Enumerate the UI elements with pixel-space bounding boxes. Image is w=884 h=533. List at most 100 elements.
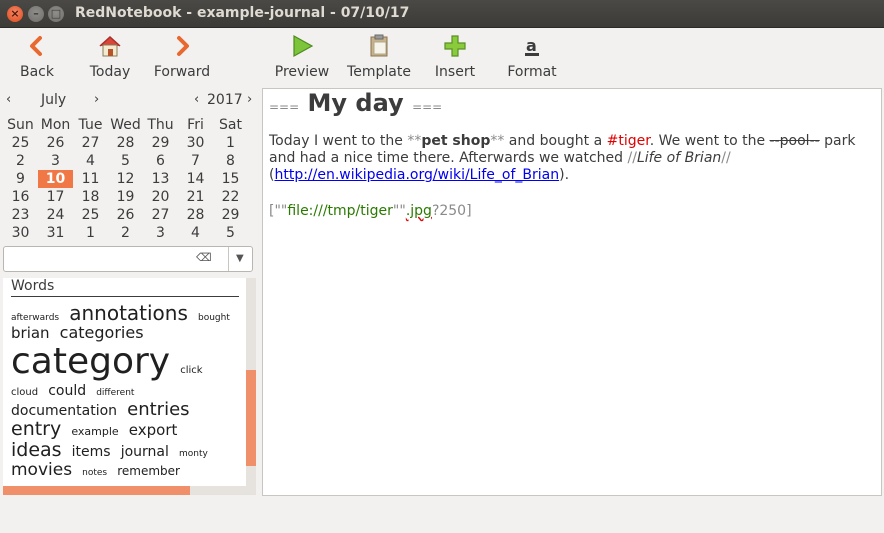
calendar-day[interactable]: 12 xyxy=(108,170,143,188)
next-month-button[interactable]: › xyxy=(94,92,99,107)
cloud-word[interactable]: bought xyxy=(198,313,230,324)
next-year-button[interactable]: › xyxy=(247,92,252,107)
body-text: . We went to the xyxy=(649,133,770,149)
calendar-day[interactable]: 17 xyxy=(38,188,73,206)
cloud-word[interactable]: example xyxy=(71,426,118,438)
search-dropdown-icon[interactable]: ▼ xyxy=(236,253,244,264)
calendar-day[interactable]: 15 xyxy=(213,170,248,188)
cloud-word[interactable]: movies xyxy=(11,461,72,480)
cloud-word[interactable]: brian xyxy=(11,325,50,342)
word-cloud: afterwards annotations bought brian cate… xyxy=(11,302,243,480)
cloud-word[interactable]: notes xyxy=(82,468,107,479)
cloud-word[interactable]: entries xyxy=(127,399,189,420)
calendar-day[interactable]: 5 xyxy=(108,152,143,170)
entry-heading: === My day === xyxy=(269,89,442,117)
calendar-day[interactable]: 29 xyxy=(143,134,178,152)
calendar-day[interactable]: 26 xyxy=(108,206,143,224)
calendar-day[interactable]: 26 xyxy=(38,134,73,152)
cloud-word[interactable]: annotations xyxy=(69,302,188,324)
back-button[interactable]: Back xyxy=(14,28,60,88)
cloud-word[interactable]: could xyxy=(48,383,86,399)
calendar-day[interactable]: 4 xyxy=(73,152,108,170)
cloud-word[interactable]: different xyxy=(96,388,134,399)
calendar-day[interactable]: 28 xyxy=(178,206,213,224)
calendar-day[interactable]: 28 xyxy=(108,134,143,152)
calendar-day[interactable]: 4 xyxy=(178,224,213,242)
calendar-day[interactable]: 11 xyxy=(73,170,108,188)
cloud-word[interactable]: afterwards xyxy=(11,313,59,324)
calendar-day[interactable]: 1 xyxy=(73,224,108,242)
cloud-horizontal-scrollbar[interactable] xyxy=(3,486,246,495)
today-button[interactable]: Today xyxy=(86,28,134,88)
calendar-day[interactable]: 30 xyxy=(178,134,213,152)
maximize-window-button[interactable]: □ xyxy=(48,6,64,22)
calendar-day[interactable]: 5 xyxy=(213,224,248,242)
cloud-word[interactable]: categories xyxy=(60,324,144,342)
calendar-day[interactable]: 3 xyxy=(143,224,178,242)
cloud-word[interactable]: documentation xyxy=(11,403,117,419)
body-text: ). xyxy=(559,167,570,183)
calendar-day[interactable]: 27 xyxy=(143,206,178,224)
preview-button[interactable]: Preview xyxy=(272,28,332,88)
calendar-day[interactable]: 24 xyxy=(38,206,73,224)
calendar-day[interactable]: 25 xyxy=(3,134,38,152)
wikipedia-link[interactable]: http://en.wikipedia.org/wiki/Life_of_Bri… xyxy=(274,167,559,183)
calendar-day-selected[interactable]: 10 xyxy=(38,170,73,188)
weekday-label: Mon xyxy=(40,117,71,133)
calendar-day[interactable]: 3 xyxy=(38,152,73,170)
cloud-word[interactable]: click xyxy=(180,365,202,376)
close-window-button[interactable]: × xyxy=(7,6,23,22)
strike-text: pool xyxy=(779,133,810,149)
format-button[interactable]: a Format xyxy=(504,28,560,88)
calendar-day[interactable]: 20 xyxy=(143,188,178,206)
entry-editor[interactable]: === My day === Today I went to the **pet… xyxy=(262,88,882,496)
cloud-word[interactable]: monty xyxy=(179,449,208,460)
template-button[interactable]: Template xyxy=(344,28,414,88)
calendar-day[interactable]: 9 xyxy=(3,170,38,188)
calendar-day[interactable]: 29 xyxy=(213,206,248,224)
calendar-day[interactable]: 30 xyxy=(3,224,38,242)
clear-search-icon[interactable]: ⌫ xyxy=(196,252,212,264)
cloud-vertical-scrollbar[interactable] xyxy=(246,278,256,495)
cloud-word[interactable]: remember xyxy=(117,464,180,478)
calendar-day[interactable]: 18 xyxy=(73,188,108,206)
minimize-window-button[interactable]: – xyxy=(28,6,44,22)
cloud-word[interactable]: cloud xyxy=(11,387,38,398)
calendar-day[interactable]: 22 xyxy=(213,188,248,206)
image-path[interactable]: file:///tmp/tiger xyxy=(287,203,393,219)
cloud-word[interactable]: export xyxy=(129,422,178,439)
cloud-vertical-scroll-thumb[interactable] xyxy=(246,370,256,466)
cloud-horizontal-scroll-thumb[interactable] xyxy=(3,486,190,495)
forward-button[interactable]: Forward xyxy=(150,28,214,88)
calendar-day[interactable]: 27 xyxy=(73,134,108,152)
calendar-day[interactable]: 1 xyxy=(213,134,248,152)
calendar-day[interactable]: 13 xyxy=(143,170,178,188)
calendar-day[interactable]: 8 xyxy=(213,152,248,170)
calendar-day[interactable]: 25 xyxy=(73,206,108,224)
cloud-word[interactable]: items xyxy=(72,444,111,460)
prev-month-button[interactable]: ‹ xyxy=(6,92,11,107)
calendar-day[interactable]: 16 xyxy=(3,188,38,206)
calendar-week-row: 16 17 18 19 20 21 22 xyxy=(3,188,253,206)
calendar-day[interactable]: 21 xyxy=(178,188,213,206)
strike-marker: -- xyxy=(809,133,820,149)
calendar-day[interactable]: 19 xyxy=(108,188,143,206)
cloud-word[interactable]: ideas xyxy=(11,440,62,461)
calendar-day[interactable]: 2 xyxy=(3,152,38,170)
calendar-day[interactable]: 7 xyxy=(178,152,213,170)
bold-text: pet shop xyxy=(421,133,491,149)
insert-button[interactable]: Insert xyxy=(432,28,478,88)
body-text: Today I went to the xyxy=(269,133,408,149)
words-header[interactable]: Words xyxy=(11,278,239,297)
cloud-word[interactable]: category xyxy=(11,341,170,382)
calendar-day[interactable]: 31 xyxy=(38,224,73,242)
prev-year-button[interactable]: ‹ xyxy=(194,92,199,107)
calendar-day[interactable]: 2 xyxy=(108,224,143,242)
calendar-day[interactable]: 14 xyxy=(178,170,213,188)
calendar-day[interactable]: 6 xyxy=(143,152,178,170)
play-icon xyxy=(293,34,314,58)
search-input[interactable] xyxy=(6,249,195,271)
calendar-day[interactable]: 23 xyxy=(3,206,38,224)
cloud-word[interactable]: journal xyxy=(121,444,169,460)
cloud-word[interactable]: entry xyxy=(11,419,61,440)
